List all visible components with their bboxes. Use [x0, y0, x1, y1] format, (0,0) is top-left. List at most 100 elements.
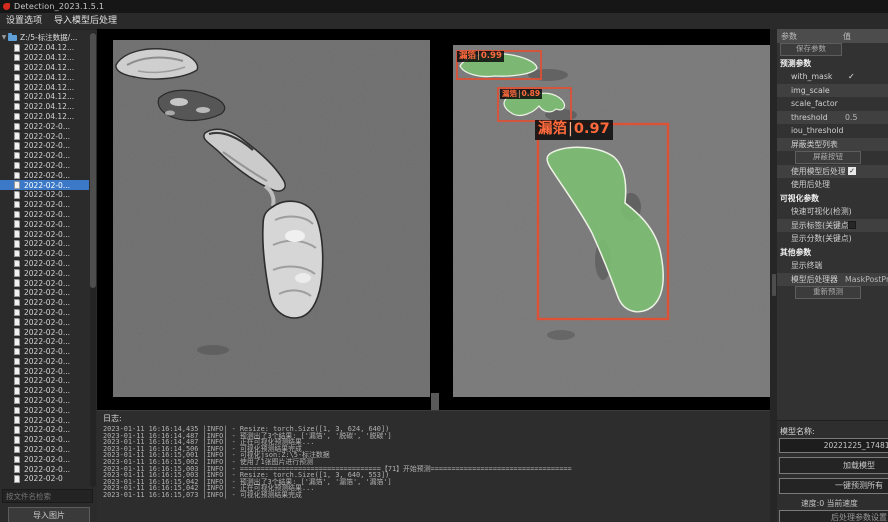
file-item[interactable]: 2022.04.12... — [0, 82, 89, 92]
file-icon — [14, 475, 20, 483]
file-item[interactable]: 2022-02-0... — [0, 386, 89, 396]
file-item[interactable]: 2022-02-0... — [0, 396, 89, 406]
file-tree[interactable]: ▼ Z:/5-标注数据/... 2022.04.12...2022.04.12.… — [0, 32, 89, 487]
menu-settings[interactable]: 设置选项 — [0, 13, 48, 29]
file-item[interactable]: 2022-02-0... — [0, 161, 89, 171]
file-item[interactable]: 2022-02-0... — [0, 298, 89, 308]
file-item[interactable]: 2022-02-0... — [0, 454, 89, 464]
file-item[interactable]: 2022.04.12... — [0, 92, 89, 102]
file-item[interactable]: 2022.04.12... — [0, 102, 89, 112]
file-item[interactable]: 2022-02-0... — [0, 249, 89, 259]
file-item[interactable]: 2022-02-0... — [0, 317, 89, 327]
raw-image-view[interactable] — [113, 40, 430, 397]
checkmark-icon[interactable]: ✓ — [848, 72, 855, 81]
file-item[interactable]: 2022-02-0... — [0, 239, 89, 249]
file-icon — [14, 318, 20, 326]
file-item[interactable]: 2022.04.12... — [0, 53, 89, 63]
file-item[interactable]: 2022-02-0... — [0, 415, 89, 425]
file-item[interactable]: 2022-02-0... — [0, 376, 89, 386]
file-name: 2022-02-0... — [24, 200, 70, 209]
param-button[interactable]: 屏蔽按钮 — [795, 151, 861, 164]
file-item[interactable]: 2022-02-0... — [0, 219, 89, 229]
expander-icon[interactable]: ▼ — [0, 34, 8, 41]
file-icon — [14, 299, 20, 307]
param-section-header: 预测参数 — [777, 57, 888, 71]
file-item[interactable]: 2022-02-0... — [0, 366, 89, 376]
checkbox[interactable]: ✓ — [848, 167, 856, 175]
file-item[interactable]: 2022-02-0... — [0, 405, 89, 415]
file-item[interactable]: 2022-02-0... — [0, 180, 89, 190]
search-input[interactable] — [2, 489, 93, 503]
file-item[interactable]: 2022-02-0... — [0, 337, 89, 347]
model-name-field[interactable]: 20221225_174813 — [779, 438, 888, 453]
file-item[interactable]: 2022-02-0... — [0, 268, 89, 278]
file-item[interactable]: 2022-02-0 — [0, 474, 89, 484]
file-item[interactable]: 2022-02-0... — [0, 259, 89, 269]
param-row[interactable]: 快速可视化(检测) — [777, 205, 888, 219]
file-name: 2022-02-0 — [24, 474, 63, 483]
param-button[interactable]: 保存参数 — [780, 43, 842, 56]
param-row[interactable]: with_mask✓ — [777, 70, 888, 84]
file-item[interactable]: 2022.04.12... — [0, 43, 89, 53]
param-row[interactable]: threshold0.5 — [777, 111, 888, 125]
load-model-button[interactable]: 加载模型 — [779, 457, 888, 474]
file-item[interactable]: 2022-02-0... — [0, 131, 89, 141]
import-image-button[interactable]: 导入图片 — [8, 507, 90, 522]
file-icon — [14, 132, 20, 140]
file-item[interactable]: 2022-02-0... — [0, 308, 89, 318]
file-icon — [14, 387, 20, 395]
panel-splitter-handle[interactable] — [772, 274, 776, 296]
param-button[interactable]: 重新预测 — [795, 286, 861, 299]
param-row[interactable]: img_scale — [777, 84, 888, 98]
panel-divider — [770, 29, 777, 522]
parameter-table-header: 参数 值 — [777, 29, 888, 43]
tree-root-folder[interactable]: ▼ Z:/5-标注数据/... — [0, 32, 89, 43]
parameter-rows: 保存参数预测参数with_mask✓img_scalescale_factort… — [777, 43, 888, 300]
file-name: 2022.04.12... — [24, 112, 74, 121]
file-item[interactable]: 2022.04.12... — [0, 72, 89, 82]
file-item[interactable]: 2022-02-0... — [0, 357, 89, 367]
file-item[interactable]: 2022-02-0... — [0, 327, 89, 337]
log-panel[interactable]: 日志: 2023-01-11 16:16:14,435 |INFO| - Res… — [97, 410, 775, 522]
file-item[interactable]: 2022-02-0... — [0, 121, 89, 131]
file-item[interactable]: 2022-02-0... — [0, 347, 89, 357]
param-row[interactable]: 显示分数(关键点) — [777, 232, 888, 246]
file-tree-scrollbar[interactable] — [90, 32, 96, 487]
param-row[interactable]: 屏蔽类型列表 — [777, 138, 888, 152]
folder-icon — [8, 35, 17, 41]
file-item[interactable]: 2022-02-0... — [0, 200, 89, 210]
file-item[interactable]: 2022-02-0... — [0, 278, 89, 288]
postprocess-settings-button[interactable]: 后处理参数设置 — [779, 510, 888, 522]
file-item[interactable]: 2022-02-0... — [0, 151, 89, 161]
file-item[interactable]: 2022-02-0... — [0, 141, 89, 151]
param-section-header: 可视化参数 — [777, 192, 888, 206]
file-item[interactable]: 2022-02-0... — [0, 464, 89, 474]
scrollbar-thumb[interactable] — [90, 33, 96, 288]
viewer-splitter-handle[interactable] — [431, 393, 439, 410]
param-label: 预测参数 — [777, 58, 811, 69]
file-name: 2022-02-0... — [24, 288, 70, 297]
file-item[interactable]: 2022.04.12... — [0, 112, 89, 122]
file-item[interactable]: 2022-02-0... — [0, 445, 89, 455]
param-row[interactable]: 显示标签(关键点) — [777, 219, 888, 233]
file-item[interactable]: 2022-02-0... — [0, 190, 89, 200]
file-name: 2022-02-0... — [24, 122, 70, 131]
param-row[interactable]: scale_factor — [777, 97, 888, 111]
file-item[interactable]: 2022-02-0... — [0, 210, 89, 220]
file-name: 2022-02-0... — [24, 220, 70, 229]
predict-all-button[interactable]: 一键预测所有 — [779, 478, 888, 494]
param-row[interactable]: 模型后处理器MaskPostProc — [777, 273, 888, 287]
param-row[interactable]: iou_threshold — [777, 124, 888, 138]
param-row[interactable]: 使用后处理 — [777, 178, 888, 192]
param-row[interactable]: 使用模型后处理✓ — [777, 165, 888, 179]
menu-import-model-postprocess[interactable]: 导入模型后处理 — [48, 13, 123, 29]
checkbox[interactable] — [848, 221, 856, 229]
file-item[interactable]: 2022-02-0... — [0, 229, 89, 239]
file-item[interactable]: 2022-02-0... — [0, 435, 89, 445]
file-item[interactable]: 2022-02-0... — [0, 425, 89, 435]
file-item[interactable]: 2022-02-0... — [0, 170, 89, 180]
param-row[interactable]: 显示终端 — [777, 259, 888, 273]
file-item[interactable]: 2022-02-0... — [0, 288, 89, 298]
file-item[interactable]: 2022.04.12... — [0, 63, 89, 73]
file-icon — [14, 309, 20, 317]
